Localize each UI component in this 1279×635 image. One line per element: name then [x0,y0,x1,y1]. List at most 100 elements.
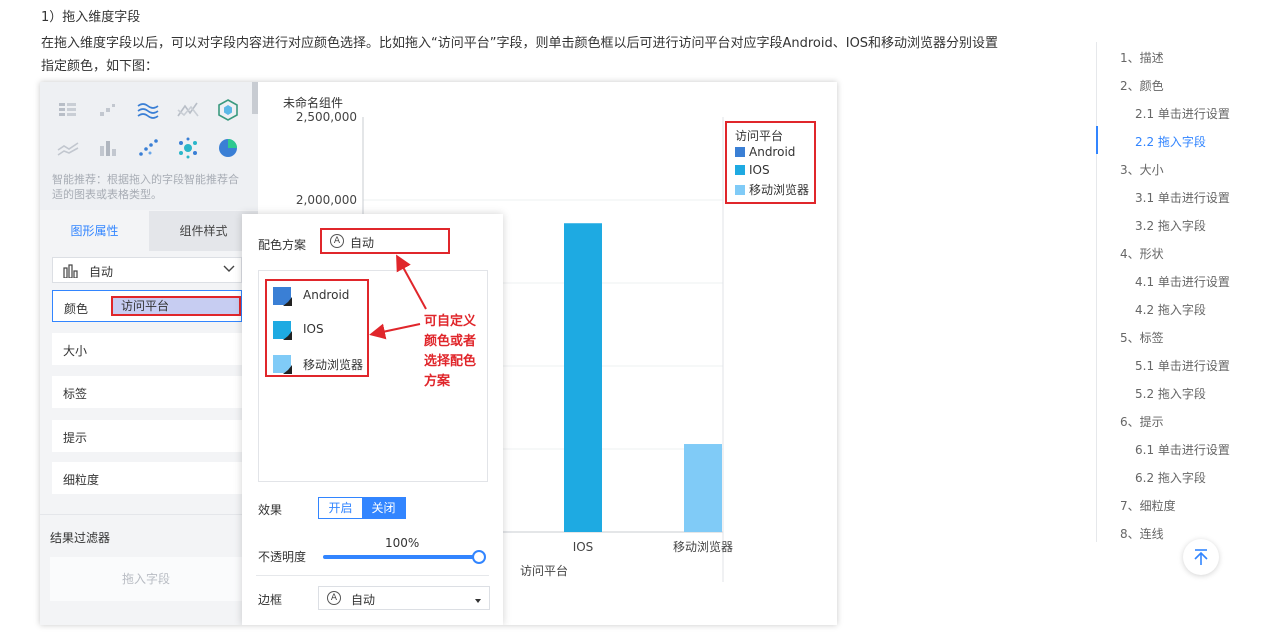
arrow-up-to-top-icon [1194,549,1208,565]
bar-1 [564,223,602,533]
legend-swatch-mobile-browser [735,185,745,195]
toc-item[interactable]: 6.1 单击进行设置 [1135,441,1230,458]
scheme-label: 配色方案 [258,238,307,252]
legend-label: Android [749,145,796,159]
y-tick-label: 2,000,000 [296,193,357,207]
scheme-select[interactable]: A 自动 [320,228,450,254]
color-property[interactable]: 颜色 访问平台 [52,290,242,322]
table-grid-icon[interactable] [56,98,80,122]
toc-item[interactable]: 4.1 单击进行设置 [1135,273,1230,290]
granularity-property-label: 细粒度 [63,473,100,487]
toc-item[interactable]: 3.2 拖入字段 [1135,217,1206,234]
effect-toggle: 开启 关闭 [318,497,406,519]
result-filter-title: 结果过滤器 [50,531,111,545]
toc-item[interactable]: 4.2 拖入字段 [1135,301,1206,318]
border-value: 自动 [351,593,376,607]
effect-off-button[interactable]: 关闭 [362,498,405,518]
popup-divider [256,575,489,576]
swatch-label-android: Android [303,288,350,302]
table-of-contents: 1、描述 2、颜色 2.1 单击进行设置 2.2 拖入字段 3、大小 3.1 单击进行设置… [1096,42,1279,542]
auto-badge-icon: A [330,234,344,248]
toc-item[interactable]: 2.1 单击进行设置 [1135,105,1230,122]
toc-item[interactable]: 5.2 拖入字段 [1135,385,1206,402]
toc-item[interactable]: 6、提示 [1120,413,1164,430]
granularity-property[interactable]: 细粒度 [52,462,242,494]
multi-line-icon[interactable] [136,98,160,122]
chart-type-select[interactable]: 自动 [52,257,242,283]
screenshot-frame: 智能推荐：根据拖入的字段智能推荐合适的图表或表格类型。 图形属性 组件样式 自动… [40,82,837,625]
bar-2 [684,444,722,532]
swatch-dropdown-icon [283,297,292,306]
size-property-label: 大小 [63,344,88,358]
opacity-label: 不透明度 [258,550,307,564]
palette-scrollbar[interactable] [252,82,258,114]
annotation-text: 可自定义颜色或者选择配色方案 [424,314,477,389]
legend-item-mobile-browser: 移动浏览器 [735,181,809,198]
legend-title: 访问平台 [735,129,784,143]
x-tick-label: IOS [573,540,594,554]
editor-left-pane: 智能推荐：根据拖入的字段智能推荐合适的图表或表格类型。 图形属性 组件样式 自动… [40,82,258,625]
toc-item[interactable]: 2、颜色 [1120,77,1164,94]
effect-label: 效果 [258,503,283,517]
color-field-chip[interactable]: 访问平台 [111,296,241,316]
result-filter-section: 结果过滤器 拖入字段 [40,514,258,625]
toc-item[interactable]: 1、描述 [1120,49,1164,66]
dot-scatter-icon[interactable] [136,136,160,160]
toc-item[interactable]: 5、标签 [1120,329,1164,346]
recommend-text: 智能推荐：根据拖入的字段智能推荐合适的图表或表格类型。 [52,173,239,201]
tip-property-label: 提示 [63,431,88,445]
tab-shape-properties[interactable]: 图形属性 [40,211,149,251]
border-select[interactable]: A 自动 [318,586,490,610]
toc-item[interactable]: 5.1 单击进行设置 [1135,357,1230,374]
size-property[interactable]: 大小 [52,333,242,365]
toc-item[interactable]: 6.2 拖入字段 [1135,469,1206,486]
border-label: 边框 [258,593,283,607]
swatch-dropdown-icon [283,365,292,374]
chart-title: 未命名组件 [283,96,344,110]
chart-legend: 访问平台 Android IOS 移动浏览器 [725,121,816,204]
tip-property[interactable]: 提示 [52,420,242,452]
chart-type-value: 自动 [89,265,114,279]
toc-item[interactable]: 4、形状 [1120,245,1164,262]
pie-icon[interactable] [216,136,240,160]
x-axis-label: 访问平台 [520,563,568,578]
toc-item[interactable]: 2.2 拖入字段 [1135,133,1206,150]
toc-item[interactable]: 3、大小 [1120,161,1164,178]
effect-on-button[interactable]: 开启 [319,498,362,518]
area-line-icon[interactable] [56,136,80,160]
chart-type-palette: 智能推荐：根据拖入的字段智能推荐合适的图表或表格类型。 [40,82,258,210]
legend-item-ios: IOS [735,163,770,177]
back-to-top-button[interactable] [1183,539,1219,575]
chevron-down-icon [223,265,235,272]
radar-line-icon[interactable] [176,98,200,122]
bar-small-icon[interactable] [96,136,120,160]
toc-item[interactable]: 3.1 单击进行设置 [1135,189,1230,206]
opacity-value: 100% [385,536,420,550]
bubble-cluster-icon[interactable] [176,136,200,160]
swatch-mobile-browser[interactable] [273,355,292,374]
opacity-slider-track[interactable] [323,555,479,559]
toc-item[interactable]: 7、细粒度 [1120,497,1176,514]
x-tick-label: 移动浏览器 [673,539,733,554]
swatch-dropdown-icon [283,331,292,340]
toc-item[interactable]: 8、连线 [1120,525,1164,542]
swatch-label-mobile-browser: 移动浏览器 [303,358,364,372]
swatch-ios[interactable] [273,321,292,340]
swatch-label-ios: IOS [303,322,324,336]
legend-label: 移动浏览器 [749,183,810,197]
opacity-slider-handle[interactable] [472,550,486,564]
color-scheme-popup: 配色方案 A 自动 Android IOS 移动浏览器 效果 开启 关闭 不透明… [242,214,503,625]
label-property[interactable]: 标签 [52,376,242,408]
label-property-label: 标签 [63,387,88,401]
swatch-android[interactable] [273,287,292,306]
legend-swatch-android [735,147,745,157]
property-tabs: 图形属性 组件样式 [40,211,258,251]
scatter-small-icon[interactable] [96,98,120,122]
hexagon-icon[interactable] [216,98,240,122]
filter-drop-zone[interactable]: 拖入字段 [50,557,242,601]
swatch-group: Android IOS 移动浏览器 [265,279,369,377]
doc-heading: 1）拖入维度字段 [41,10,141,25]
y-tick-label: 2,500,000 [296,110,357,124]
auto-badge-icon: A [327,591,341,605]
doc-paragraph: 在拖入维度字段以后，可以对字段内容进行对应颜色选择。比如拖入“访问平台”字段，则… [41,36,999,74]
